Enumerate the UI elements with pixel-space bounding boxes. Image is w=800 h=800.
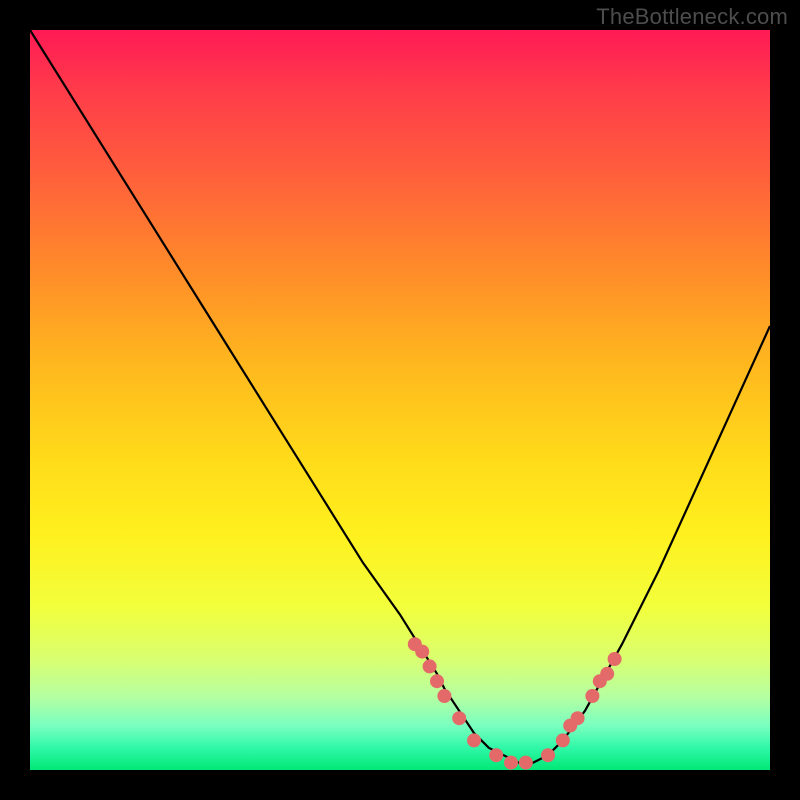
marker-point [415, 645, 429, 659]
marker-point [504, 756, 518, 770]
marker-point [556, 733, 570, 747]
marker-point [571, 711, 585, 725]
chart-svg [30, 30, 770, 770]
plot-area [30, 30, 770, 770]
marker-point [519, 756, 533, 770]
marker-point [541, 748, 555, 762]
marker-point [423, 659, 437, 673]
marker-point [608, 652, 622, 666]
marker-point [452, 711, 466, 725]
viewport: TheBottleneck.com [0, 0, 800, 800]
marker-point [437, 689, 451, 703]
watermark-text: TheBottleneck.com [596, 4, 788, 30]
marker-point [585, 689, 599, 703]
marker-point [430, 674, 444, 688]
marker-point [489, 748, 503, 762]
bottleneck-curve [30, 30, 770, 763]
marker-point [600, 667, 614, 681]
marker-point [467, 733, 481, 747]
